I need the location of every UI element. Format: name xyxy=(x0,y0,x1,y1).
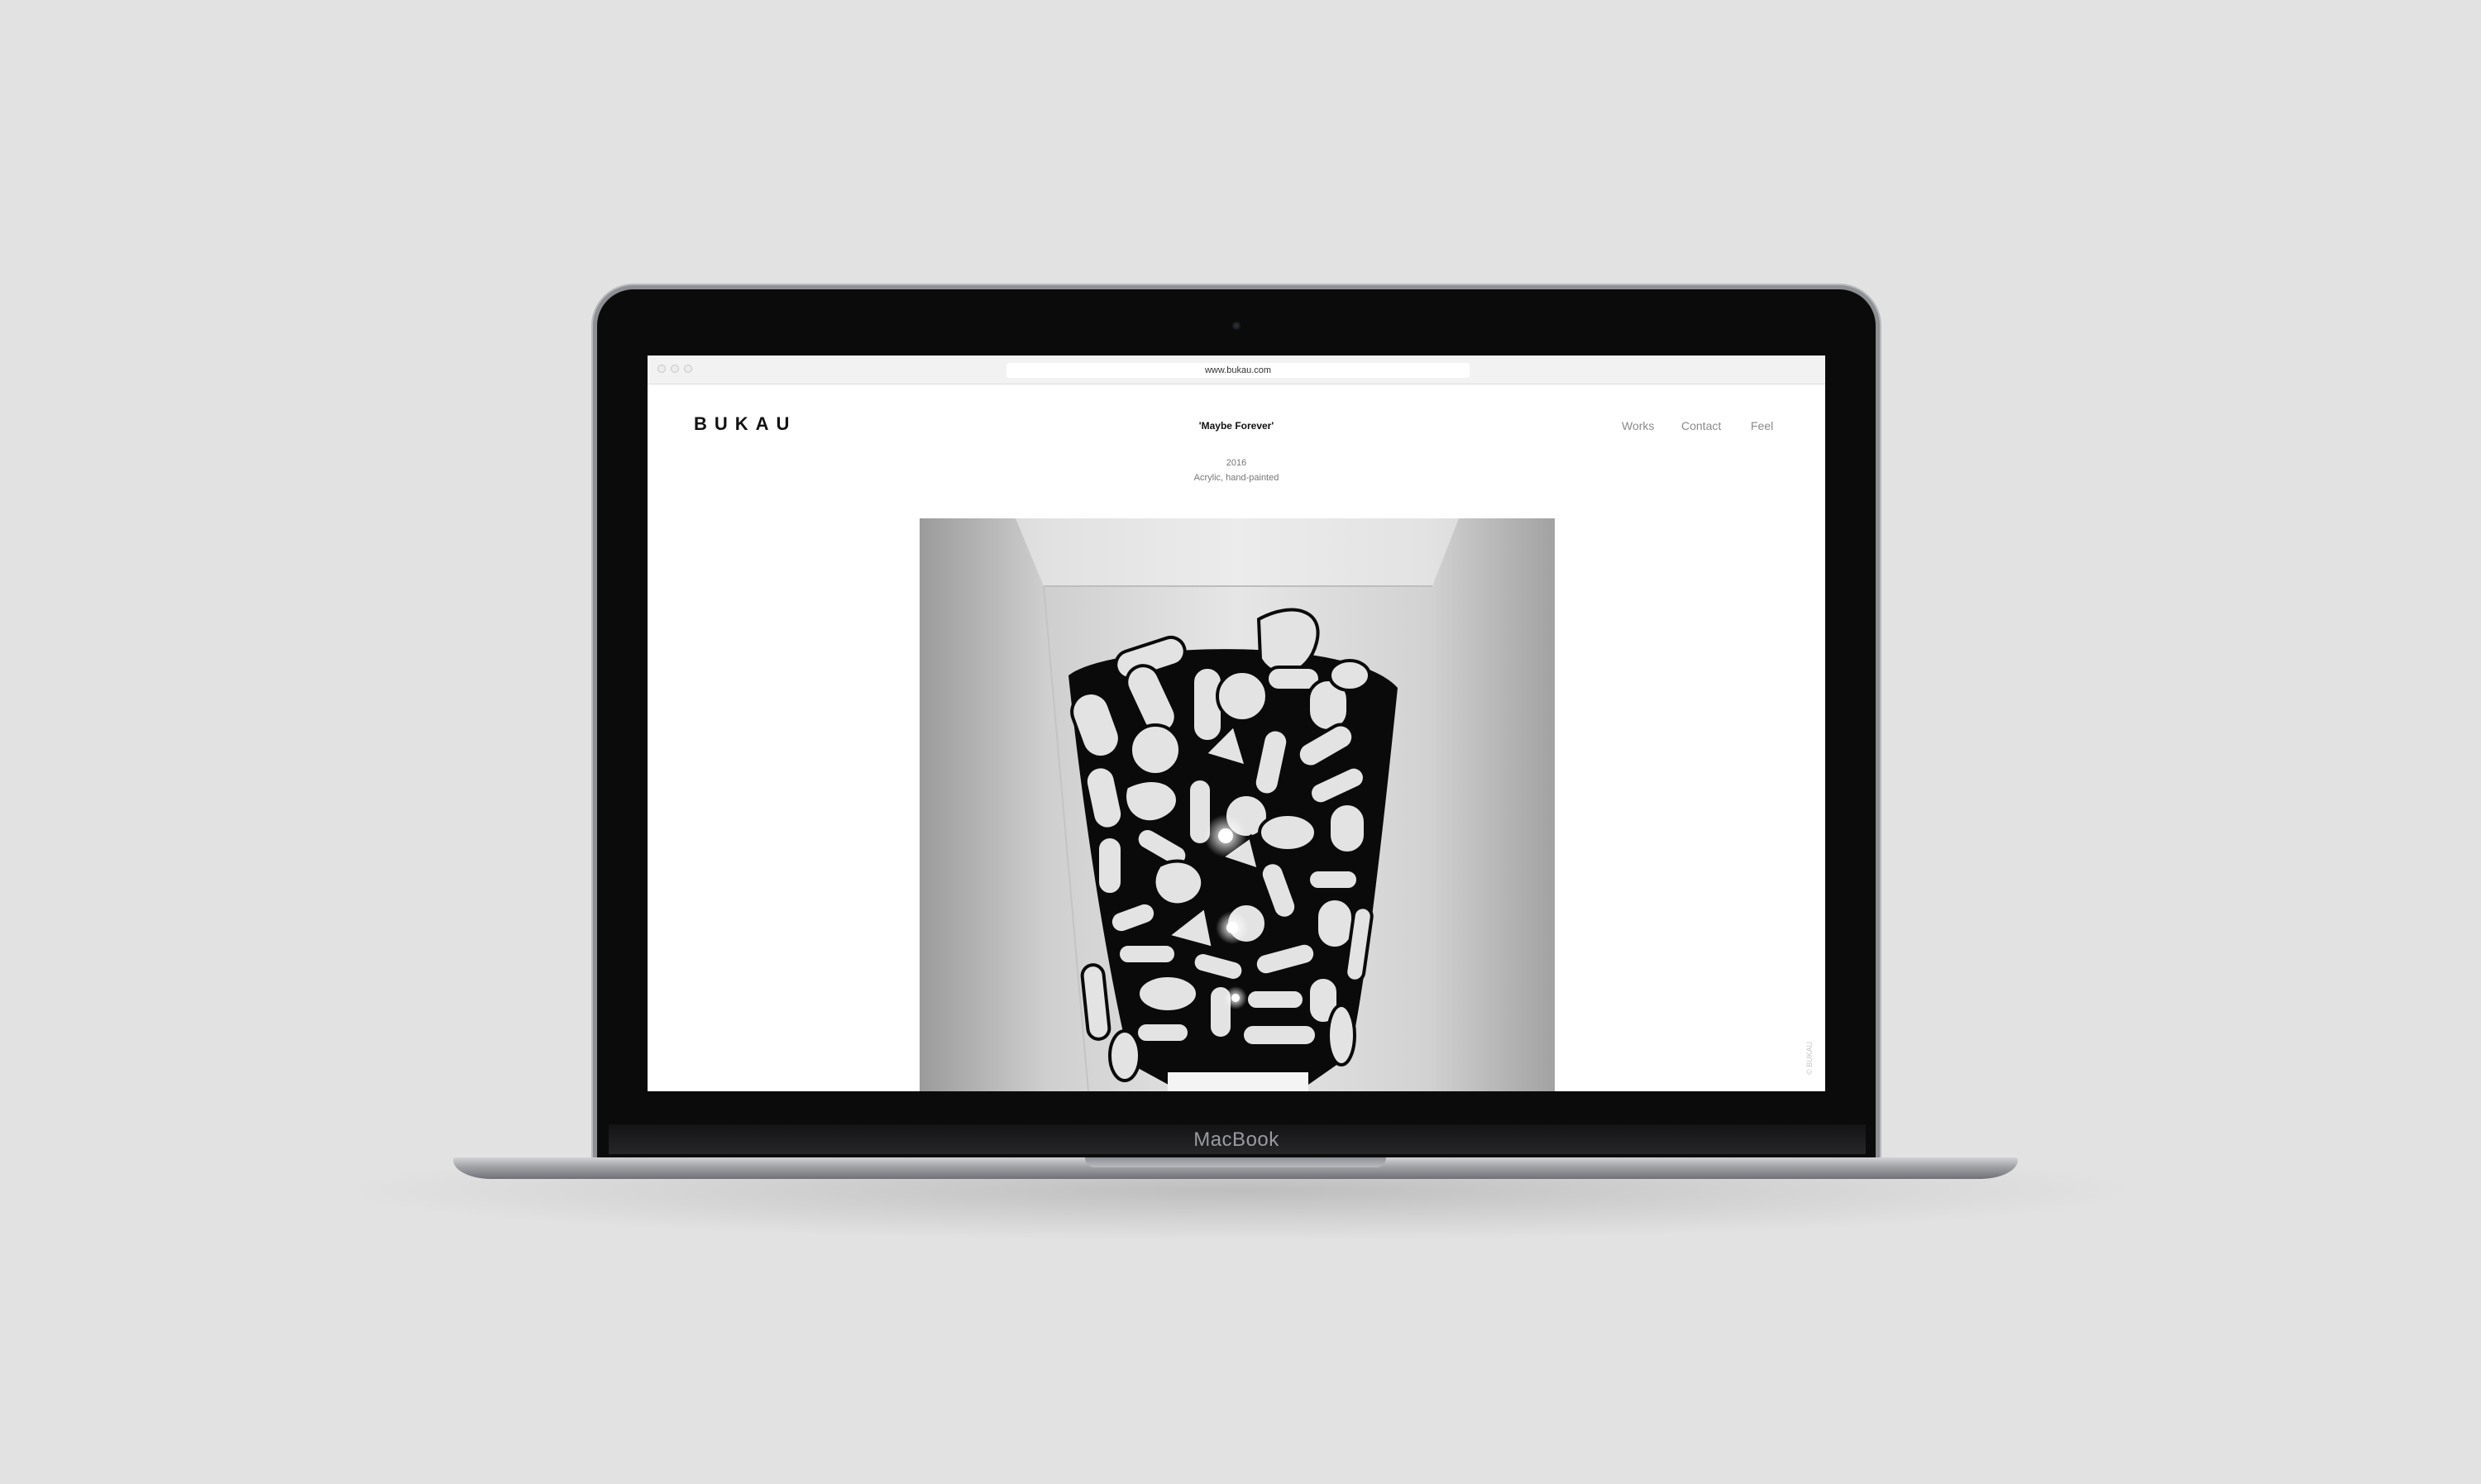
nav-contact-link[interactable]: Contact xyxy=(1681,419,1721,432)
close-window-icon[interactable] xyxy=(657,365,666,373)
minimize-window-icon[interactable] xyxy=(671,365,679,373)
artwork-photo xyxy=(920,518,1555,1091)
nav-works-link[interactable]: Works xyxy=(1622,419,1654,432)
browser-screen: www.bukau.com BUKAU 'Maybe Forever' 2016… xyxy=(648,355,1825,1091)
artwork-medium: Acrylic, hand-painted xyxy=(1193,473,1279,483)
artwork-image xyxy=(1016,518,1459,1091)
copyright-note: © BUKAU xyxy=(1805,1041,1814,1075)
macbook-label: MacBook xyxy=(1193,1129,1279,1151)
site-logo[interactable]: BUKAU xyxy=(694,413,796,435)
nav-feel-link[interactable]: Feel xyxy=(1751,419,1773,432)
browser-toolbar: www.bukau.com xyxy=(648,355,1825,384)
webcam-icon xyxy=(1232,322,1240,330)
address-bar[interactable]: www.bukau.com xyxy=(1006,363,1470,378)
artwork-year: 2016 xyxy=(1226,458,1247,468)
maximize-window-icon[interactable] xyxy=(684,365,692,373)
lid-opening-notch xyxy=(1085,1157,1386,1167)
artwork-title: 'Maybe Forever' xyxy=(1198,420,1274,432)
